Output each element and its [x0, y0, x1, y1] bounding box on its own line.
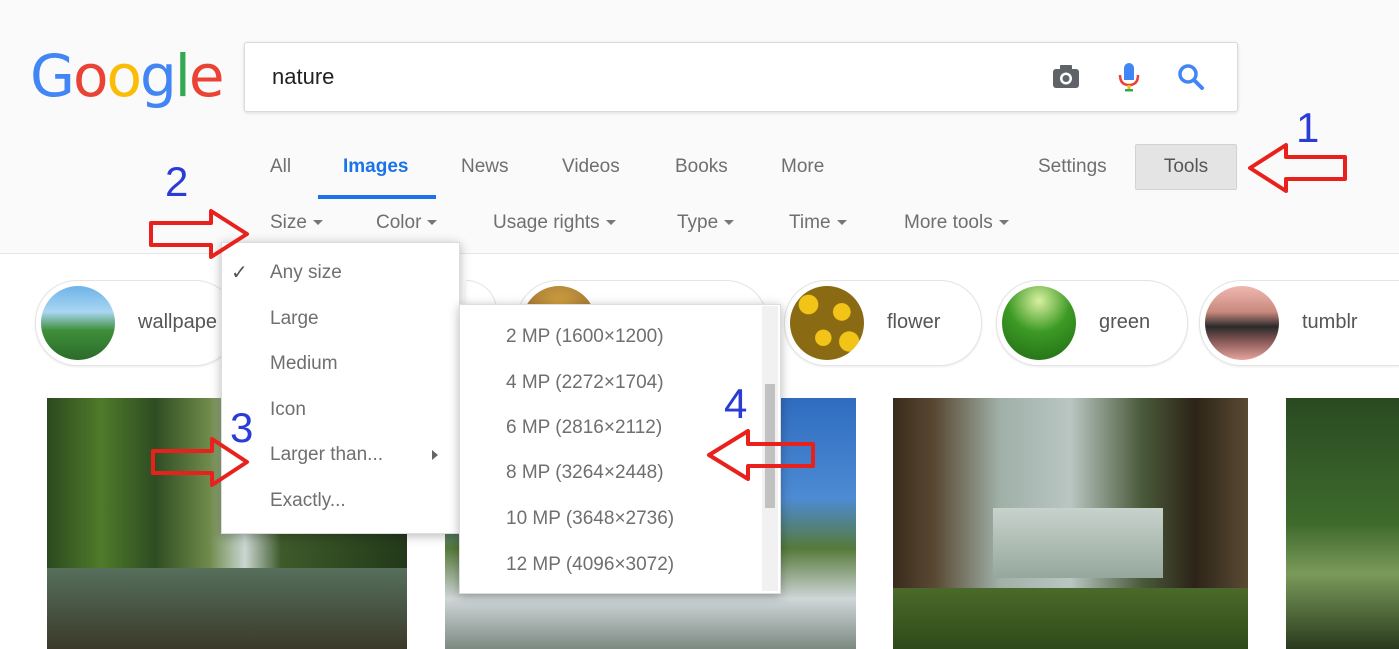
chip-thumbnail	[1205, 286, 1279, 360]
filter-label: More tools	[904, 212, 993, 233]
tab-videos[interactable]: Videos	[562, 156, 620, 178]
size-option-exactly[interactable]: Exactly...	[270, 490, 346, 512]
tools-button[interactable]: Tools	[1135, 144, 1237, 190]
chip-thumbnail	[41, 286, 115, 360]
filter-label: Time	[789, 212, 831, 233]
chip-label: flower	[887, 311, 941, 333]
tab-news[interactable]: News	[461, 156, 509, 178]
larger-than-option[interactable]: 12 MP (4096×3072)	[506, 554, 674, 576]
caret-down-icon	[836, 220, 847, 226]
annotation-arrow-left-icon	[1248, 143, 1347, 193]
caret-down-icon	[724, 220, 735, 226]
larger-than-option[interactable]: 10 MP (3648×2736)	[506, 508, 674, 530]
image-lake	[993, 508, 1163, 578]
chip-wallpaper[interactable]: wallpape	[35, 280, 237, 366]
chip-green[interactable]: green	[996, 280, 1188, 366]
microphone-icon[interactable]	[1113, 61, 1145, 93]
settings-link[interactable]: Settings	[1038, 156, 1107, 178]
chip-thumbnail	[790, 286, 864, 360]
caret-down-icon	[605, 220, 616, 226]
chip-label: tumblr	[1302, 311, 1358, 333]
logo-letter: G	[30, 42, 75, 110]
tab-all[interactable]: All	[270, 156, 291, 178]
chip-tumblr[interactable]: tumblr	[1199, 280, 1399, 366]
search-box	[244, 42, 1238, 112]
size-option-medium[interactable]: Medium	[270, 353, 338, 375]
annotation-arrow-right-icon	[149, 209, 249, 259]
camera-icon[interactable]	[1050, 61, 1082, 93]
search-input[interactable]	[270, 59, 1034, 95]
tab-more[interactable]: More	[781, 156, 824, 178]
size-option-any[interactable]: Any size	[270, 262, 342, 284]
larger-than-option[interactable]: 8 MP (3264×2448)	[506, 462, 664, 484]
active-tab-indicator	[318, 195, 436, 199]
caret-down-icon	[427, 220, 438, 226]
logo-letter: o	[72, 42, 108, 110]
size-option-larger-than[interactable]: Larger than...	[270, 444, 383, 466]
size-option-icon[interactable]: Icon	[270, 399, 306, 421]
image-water	[47, 568, 407, 649]
logo-letter: o	[106, 42, 141, 110]
annotation-number: 2	[165, 158, 189, 205]
caret-down-icon	[998, 220, 1009, 226]
filter-time[interactable]: Time	[789, 212, 847, 234]
image-result-forest-lake[interactable]	[893, 398, 1248, 649]
image-ground	[893, 588, 1248, 649]
filter-label: Usage rights	[493, 212, 600, 233]
check-icon: ✓	[231, 262, 248, 284]
chip-thumbnail	[1002, 286, 1076, 360]
filter-label: Color	[376, 212, 422, 233]
tab-images[interactable]: Images	[343, 156, 408, 178]
annotation-number: 4	[724, 380, 748, 427]
google-logo[interactable]: Google	[30, 42, 225, 110]
chip-flower[interactable]: flower	[784, 280, 982, 366]
filter-usage-rights[interactable]: Usage rights	[493, 212, 616, 234]
image-result-partial[interactable]	[1286, 398, 1399, 649]
larger-than-option[interactable]: 2 MP (1600×1200)	[506, 326, 664, 348]
chip-label: wallpape	[138, 311, 217, 333]
search-icon[interactable]	[1175, 61, 1207, 93]
logo-letter: e	[188, 42, 225, 110]
filter-type[interactable]: Type	[677, 212, 735, 234]
larger-than-option[interactable]: 4 MP (2272×1704)	[506, 372, 664, 394]
larger-than-option[interactable]: 6 MP (2816×2112)	[506, 417, 662, 439]
logo-letter: g	[139, 42, 177, 110]
filter-color[interactable]: Color	[376, 212, 438, 234]
tab-books[interactable]: Books	[675, 156, 728, 178]
logo-letter: l	[174, 42, 191, 110]
filter-label: Size	[270, 212, 307, 233]
size-option-large[interactable]: Large	[270, 308, 319, 330]
annotation-arrow-right-icon	[151, 437, 249, 487]
annotation-arrow-left-icon	[707, 429, 815, 481]
filter-more-tools[interactable]: More tools	[904, 212, 1009, 234]
filter-size[interactable]: Size	[270, 212, 323, 234]
filter-label: Type	[677, 212, 719, 233]
chevron-right-icon	[432, 450, 438, 460]
chip-label: green	[1099, 311, 1151, 333]
caret-down-icon	[312, 220, 323, 226]
